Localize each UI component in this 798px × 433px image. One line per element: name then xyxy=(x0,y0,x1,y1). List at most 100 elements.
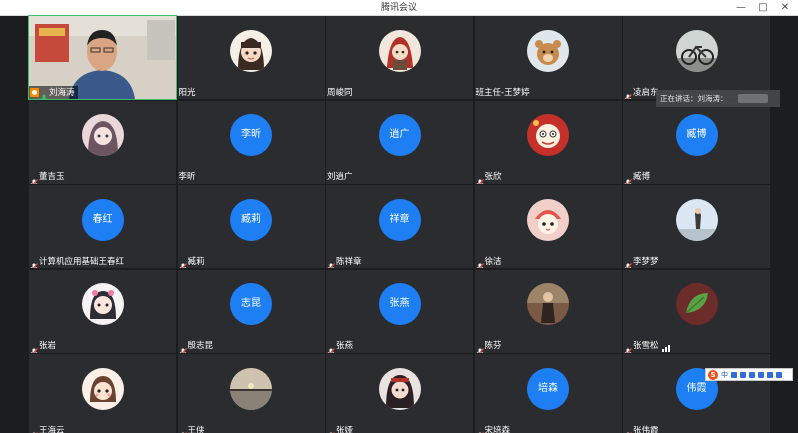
ime-keyboard-icon[interactable] xyxy=(758,371,764,378)
participant-tile[interactable]: 李梦梦 xyxy=(623,185,770,268)
participant-name: 臧莉 xyxy=(187,256,205,267)
initials-avatar: 李昕 xyxy=(230,114,272,157)
mic-muted-icon xyxy=(476,257,484,268)
window-title: 腾讯会议 xyxy=(380,3,417,13)
speaking-name-mask xyxy=(738,94,768,103)
name-bar: 李梦梦 xyxy=(623,255,659,268)
participant-name: 张娅 xyxy=(336,425,354,433)
mic-muted-icon xyxy=(327,342,335,353)
mic-muted-icon xyxy=(327,426,335,433)
participant-name: 徐洁 xyxy=(484,256,502,267)
name-bar: 王海云 xyxy=(29,424,65,433)
participant-tile[interactable]: 培森宋培森 xyxy=(474,354,622,433)
name-bar: 臧莉 xyxy=(178,255,205,268)
name-bar: 臧博 xyxy=(623,171,650,184)
participant-tile[interactable]: 董吉玉 xyxy=(29,100,176,184)
ime-skin-icon[interactable] xyxy=(767,371,773,378)
participant-tile[interactable]: 王海云 xyxy=(29,354,176,433)
participant-tile[interactable]: 班主任-王梦婷 xyxy=(474,16,622,99)
participant-tile[interactable]: 臧博 臧博 xyxy=(623,100,770,184)
avatar xyxy=(81,283,124,326)
participant-tile[interactable]: 周峻同 xyxy=(326,16,473,99)
participant-tile[interactable]: 刘海涛 xyxy=(28,15,177,100)
participant-tile[interactable]: 春红 计算机应用基础王春红 xyxy=(29,185,176,268)
name-bar: 徐洁 xyxy=(475,255,502,268)
name-bar: 刘逍广 xyxy=(326,171,353,184)
name-bar: 殷志昆 xyxy=(178,340,213,353)
participant-tile[interactable]: 志昆 殷志昆 xyxy=(177,269,325,353)
name-bar: 张欣 xyxy=(475,171,502,184)
participant-name: 张伟霞 xyxy=(633,425,659,433)
avatar xyxy=(527,114,569,157)
participant-tile[interactable]: 张岩 xyxy=(29,269,176,353)
name-bar: 张雪松 xyxy=(623,340,672,353)
participant-tile[interactable]: 伟霞 张伟霞 xyxy=(623,354,770,433)
mic-muted-icon xyxy=(476,173,484,184)
mic-muted-icon xyxy=(624,173,632,184)
ime-punctuation-icon[interactable] xyxy=(731,371,737,378)
participant-tile[interactable]: 徐洁 xyxy=(474,185,622,268)
mic-muted-icon xyxy=(624,342,632,353)
participant-name: 周峻同 xyxy=(327,87,353,98)
mic-muted-icon xyxy=(179,426,187,433)
participant-tile[interactable]: 张欣 xyxy=(474,100,622,184)
avatar xyxy=(81,367,124,410)
participant-tile[interactable]: 祥章陈祥章 xyxy=(326,185,473,268)
avatar xyxy=(527,29,569,72)
participant-tile[interactable]: 凌启东 xyxy=(623,16,770,99)
initials-avatar: 培森 xyxy=(527,367,569,410)
ime-emoji-icon[interactable] xyxy=(740,371,746,378)
initials-avatar: 祥章 xyxy=(378,198,421,241)
avatar xyxy=(230,29,272,72)
mic-muted-icon xyxy=(624,257,632,268)
name-bar: 宋培森 xyxy=(475,424,511,433)
participant-tile[interactable]: 张燕 张燕 xyxy=(326,269,473,353)
participant-name: 王侠 xyxy=(187,425,205,433)
participant-name: 刘逍广 xyxy=(327,172,353,182)
mic-muted-icon xyxy=(30,342,38,353)
mic-muted-icon xyxy=(30,257,38,268)
participant-tile[interactable]: 臧莉 臧莉 xyxy=(177,185,325,268)
avatar xyxy=(675,198,718,241)
ime-toolbox-icon[interactable] xyxy=(776,371,782,378)
participant-name: 张燕 xyxy=(336,341,354,351)
participant-name: 李昕 xyxy=(178,172,196,182)
mic-muted-icon xyxy=(30,426,38,433)
ime-mode[interactable]: 中 xyxy=(721,370,728,380)
participant-name: 刘海涛 xyxy=(49,87,75,98)
participant-tile[interactable]: 王侠 xyxy=(177,354,325,433)
participant-tile[interactable]: 陈芬 xyxy=(474,269,622,353)
maximize-icon[interactable]: □ xyxy=(752,0,774,16)
host-badge-icon xyxy=(30,88,39,97)
participant-tile[interactable]: 张雪松 xyxy=(623,269,770,353)
avatar xyxy=(527,283,569,326)
avatar xyxy=(81,114,124,157)
name-bar: 班主任-王梦婷 xyxy=(475,86,530,99)
participant-name: 阳光 xyxy=(178,87,196,98)
participant-tile[interactable]: 逍广 刘逍广 xyxy=(326,100,473,184)
participant-name: 李梦梦 xyxy=(633,256,659,267)
title-bar: 腾讯会议 — □ ✕ xyxy=(0,0,798,16)
name-bar: 张伟霞 xyxy=(623,424,659,433)
ime-toolbar[interactable]: S 中 xyxy=(705,368,793,381)
signal-strength-icon xyxy=(661,337,672,353)
mic-muted-icon xyxy=(179,342,187,353)
participant-tile[interactable]: 阳光 xyxy=(177,16,325,99)
participant-grid: 刘海涛 阳光 周峻同 班主任-王梦婷 凌启东 董吉玉 李昕 李昕 逍广 刘逍广 张欣 臧博 臧博 春红 计算… xyxy=(28,15,770,433)
close-icon[interactable]: ✕ xyxy=(774,0,796,16)
speaking-text: 正在讲话：刘海涛： xyxy=(660,94,728,103)
participant-name: 张欣 xyxy=(484,172,502,182)
name-bar: 凌启东 xyxy=(623,86,659,99)
ime-logo-icon[interactable]: S xyxy=(708,369,718,380)
participant-tile[interactable]: 李昕 李昕 xyxy=(177,100,325,184)
minimize-icon[interactable]: — xyxy=(730,0,752,16)
participant-name: 宋培森 xyxy=(484,425,511,433)
avatar xyxy=(675,29,718,72)
mic-muted-icon xyxy=(327,257,335,268)
participant-name: 张雪松 xyxy=(633,341,659,351)
ime-voice-icon[interactable] xyxy=(749,371,755,378)
participant-name: 班主任-王梦婷 xyxy=(475,87,530,98)
mic-muted-icon xyxy=(30,173,38,184)
participant-tile[interactable]: 张娅 xyxy=(326,354,473,433)
participant-name: 陈祥章 xyxy=(336,256,362,267)
